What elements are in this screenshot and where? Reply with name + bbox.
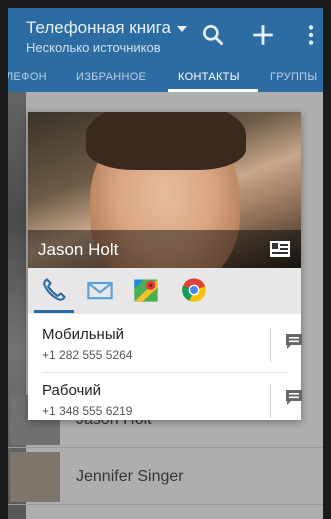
app-bar: Телефонная книга Несколько источников (8, 8, 323, 64)
entry-number: +1 348 555 6219 (42, 404, 133, 418)
entry-number: +1 282 555 5264 (42, 348, 133, 362)
dropdown-caret-icon (176, 25, 187, 32)
plus-icon (253, 25, 273, 45)
photo-hair-shape (86, 112, 246, 170)
message-icon[interactable] (284, 332, 304, 352)
email-action[interactable] (86, 276, 114, 304)
tab-groups[interactable]: ГРУППЫ (270, 71, 317, 83)
email-icon (87, 281, 113, 300)
app-title: Телефонная книга (26, 18, 171, 37)
contact-card-icon[interactable] (269, 240, 291, 258)
search-button[interactable] (200, 22, 226, 48)
card-action-bar (28, 268, 301, 314)
tab-contacts[interactable]: КОНТАКТЫ (178, 71, 240, 83)
tab-favorites[interactable]: ИЗБРАННОЕ (76, 71, 146, 83)
more-vert-icon (308, 25, 314, 45)
tab-phone[interactable]: ЛЕФОН (8, 71, 47, 83)
app-subtitle: Несколько источников (26, 40, 161, 55)
screen: Телефонная книга Несколько источников ЛЕ… (8, 8, 323, 519)
device-frame: Телефонная книга Несколько источников ЛЕ… (0, 0, 331, 519)
phone-icon (43, 278, 66, 301)
phone-entry-mobile[interactable]: Мобильный +1 282 555 5264 (28, 316, 304, 372)
entry-label: Мобильный (42, 326, 124, 343)
quick-contact-card: Jason Holt Мобильный +1 282 555 5264 Раб… (28, 112, 304, 420)
contact-photo: Jason Holt (28, 112, 301, 268)
chrome-icon (182, 278, 206, 302)
contact-card-name: Jason Holt (38, 240, 119, 259)
tab-bar: ЛЕФОН ИЗБРАННОЕ КОНТАКТЫ ГРУППЫ (8, 64, 323, 92)
entry-separator (270, 328, 271, 362)
maps-action[interactable] (132, 276, 160, 304)
entry-separator (270, 384, 271, 418)
overflow-menu-button[interactable] (298, 22, 323, 48)
active-action-indicator (34, 310, 74, 313)
message-icon[interactable] (284, 388, 304, 408)
browser-action[interactable] (180, 276, 208, 304)
entry-label: Рабочий (42, 382, 102, 399)
app-title-dropdown[interactable]: Телефонная книга (26, 18, 187, 38)
call-action[interactable] (40, 276, 68, 304)
add-contact-button[interactable] (250, 22, 276, 48)
phone-entry-work[interactable]: Рабочий +1 348 555 6219 (28, 372, 304, 428)
search-icon (203, 25, 224, 46)
maps-icon (134, 279, 158, 302)
